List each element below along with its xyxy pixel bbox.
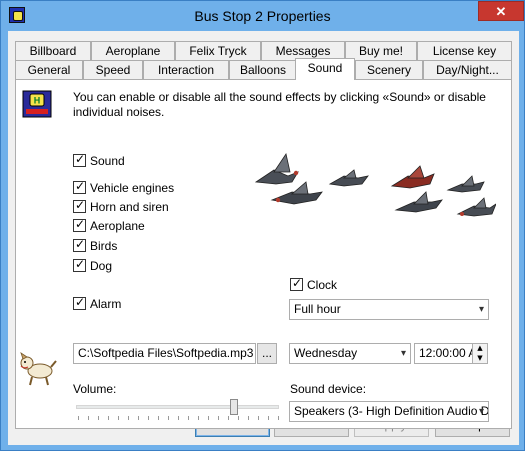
slider-tick <box>138 416 139 420</box>
properties-window: Bus Stop 2 Properties ✕ Billboard Aeropl… <box>0 0 525 451</box>
dog-checkbox[interactable]: Dog <box>73 257 113 274</box>
dialog-client: Billboard Aeroplane Felix Tryck Messages… <box>8 31 519 445</box>
dog-picture <box>20 352 57 386</box>
spin-down-icon[interactable]: ▼ <box>473 353 487 363</box>
slider-tick <box>188 416 189 420</box>
birds-checkbox[interactable]: Birds <box>73 237 118 254</box>
slider-tick <box>78 416 79 420</box>
tab-sound[interactable]: Sound <box>295 58 355 80</box>
tab-buy-me[interactable]: Buy me! <box>345 41 417 60</box>
slider-tick <box>148 416 149 420</box>
bird-icon <box>446 175 485 193</box>
checkbox-box[interactable] <box>73 295 86 311</box>
slider-tick <box>278 416 279 420</box>
vehicle-engines-label: Vehicle engines <box>90 180 175 195</box>
slider-tick <box>198 416 199 420</box>
browse-button[interactable]: ... <box>257 343 277 364</box>
tab-scenery[interactable]: Scenery <box>355 60 423 79</box>
slider-tick <box>118 416 119 420</box>
tab-speed[interactable]: Speed <box>83 60 143 79</box>
slider-tick <box>128 416 129 420</box>
birds-label: Birds <box>90 238 118 253</box>
tab-felix-tryck[interactable]: Felix Tryck <box>175 41 261 60</box>
slider-tick <box>268 416 269 420</box>
slider-tick <box>178 416 179 420</box>
bird-icon <box>456 197 496 217</box>
volume-slider-track[interactable] <box>76 405 279 409</box>
clock-checkbox[interactable]: Clock <box>290 276 338 293</box>
slider-tick <box>88 416 89 420</box>
tab-billboard[interactable]: Billboard <box>15 41 91 60</box>
volume-slider-thumb[interactable] <box>230 399 239 415</box>
bird-icon <box>270 181 323 205</box>
checkbox-box[interactable] <box>73 198 86 214</box>
aeroplane-checkbox[interactable]: Aeroplane <box>73 217 145 234</box>
sound-device-value: Speakers (3- High Definition Audio D <box>294 404 489 418</box>
window-title: Bus Stop 2 Properties <box>194 8 331 24</box>
sound-device-select[interactable]: Speakers (3- High Definition Audio D ▾ <box>289 401 489 422</box>
checkbox-box[interactable] <box>73 257 86 273</box>
slider-tick <box>208 416 209 420</box>
tab-aeroplane[interactable]: Aeroplane <box>91 41 175 60</box>
sound-label: Sound <box>90 153 125 168</box>
slider-tick <box>98 416 99 420</box>
bird-icon <box>254 152 299 185</box>
tab-day-night[interactable]: Day/Night... <box>423 60 512 79</box>
tab-license-key[interactable]: License key <box>417 41 512 60</box>
bird-icon <box>390 165 435 189</box>
alarm-label: Alarm <box>90 296 122 311</box>
horn-and-siren-label: Horn and siren <box>90 199 169 214</box>
birds-picture <box>254 152 496 217</box>
checkbox-box[interactable] <box>290 276 303 292</box>
close-button[interactable]: ✕ <box>478 1 524 21</box>
bird-icon <box>394 191 443 213</box>
alarm-time-value: 12:00:00 A <box>419 346 477 360</box>
alarm-file-input[interactable]: C:\Softpedia Files\Softpedia.mp3 <box>73 343 256 364</box>
tab-general[interactable]: General <box>15 60 83 79</box>
alarm-checkbox[interactable]: Alarm <box>73 295 122 312</box>
alarm-day-value: Wednesday <box>294 346 358 360</box>
sound-checkbox[interactable]: Sound <box>73 152 125 169</box>
volume-slider-ticks <box>78 416 279 420</box>
slider-tick <box>238 416 239 420</box>
sound-info-text: You can enable or disable all the sound … <box>73 90 486 119</box>
chevron-down-icon: ▾ <box>400 348 406 359</box>
chevron-down-icon: ▾ <box>478 406 484 417</box>
spin-up-icon[interactable]: ▲ <box>473 344 487 353</box>
svg-text:H: H <box>34 96 41 106</box>
slider-tick <box>248 416 249 420</box>
aeroplane-label: Aeroplane <box>90 218 145 233</box>
horn-and-siren-checkbox[interactable]: Horn and siren <box>73 198 169 215</box>
slider-tick <box>168 416 169 420</box>
clock-interval-value: Full hour <box>294 302 341 316</box>
slider-tick <box>158 416 159 420</box>
slider-tick <box>108 416 109 420</box>
tab-interaction[interactable]: Interaction <box>143 60 229 79</box>
bird-icon <box>328 169 369 187</box>
clock-interval-select[interactable]: Full hour ▾ <box>289 299 489 320</box>
checkbox-box[interactable] <box>73 237 86 253</box>
sound-device-label: Sound device: <box>290 382 367 396</box>
vehicle-engines-checkbox[interactable]: Vehicle engines <box>73 179 175 196</box>
title-bar[interactable]: Bus Stop 2 Properties ✕ <box>1 1 524 31</box>
chevron-down-icon: ▾ <box>478 304 484 315</box>
slider-tick <box>218 416 219 420</box>
volume-label: Volume: <box>73 382 117 396</box>
checkbox-box[interactable] <box>73 179 86 195</box>
checkbox-box[interactable] <box>73 217 86 233</box>
alarm-day-select[interactable]: Wednesday ▾ <box>289 343 411 364</box>
slider-tick <box>258 416 259 420</box>
dog-label: Dog <box>90 258 113 273</box>
bus-stop-sign-icon: H <box>22 90 52 118</box>
slider-tick <box>228 416 229 420</box>
clock-label: Clock <box>307 277 338 292</box>
checkbox-box[interactable] <box>73 152 86 168</box>
sound-tab-panel: H You can enable or disable all the soun… <box>15 79 512 429</box>
time-spinner[interactable]: ▲ ▼ <box>472 344 487 363</box>
tab-balloons[interactable]: Balloons <box>229 60 297 79</box>
alarm-time-input[interactable]: 12:00:00 A ▲ ▼ <box>414 343 488 364</box>
